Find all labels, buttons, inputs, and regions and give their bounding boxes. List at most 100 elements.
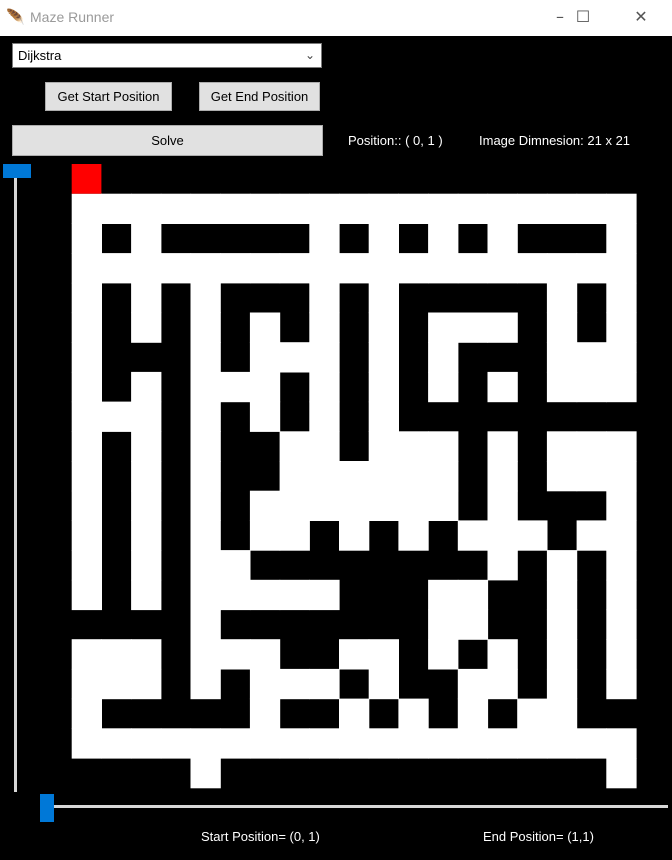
maze-path-cell[interactable] <box>487 431 518 462</box>
maze-path-cell[interactable] <box>517 698 548 729</box>
maze-path-cell[interactable] <box>546 461 578 492</box>
maze-path-cell[interactable] <box>457 698 489 729</box>
maze-path-cell[interactable] <box>279 342 310 373</box>
maze-path-cell[interactable] <box>368 431 399 462</box>
maze-path-cell[interactable] <box>398 698 429 729</box>
maze-path-cell[interactable] <box>546 253 578 284</box>
maze-path-cell[interactable] <box>190 490 221 521</box>
maze-path-cell[interactable] <box>279 668 310 700</box>
maze-path-cell[interactable] <box>576 342 607 373</box>
maze-path-cell[interactable] <box>428 461 459 492</box>
maze-path-cell[interactable] <box>131 490 162 521</box>
maze-path-cell[interactable] <box>131 253 162 284</box>
maze-path-cell[interactable] <box>190 282 221 314</box>
maze-path-cell[interactable] <box>190 728 221 759</box>
maze-path-cell[interactable] <box>368 461 399 492</box>
maze-path-cell[interactable] <box>339 728 370 759</box>
maze-path-cell[interactable] <box>546 698 578 729</box>
maze-path-cell[interactable] <box>517 253 548 284</box>
maze-path-cell[interactable] <box>71 431 102 462</box>
maze-path-cell[interactable] <box>576 193 607 224</box>
maze-path-cell[interactable] <box>368 342 399 373</box>
maze-path-cell[interactable] <box>309 579 340 611</box>
maze-path-cell[interactable] <box>131 371 162 403</box>
maze-path-cell[interactable] <box>606 639 637 670</box>
maze-path-cell[interactable] <box>546 728 578 759</box>
maze-path-cell[interactable] <box>309 401 340 432</box>
maze-path-cell[interactable] <box>249 312 281 343</box>
maze-path-cell[interactable] <box>101 728 132 759</box>
maze-path-cell[interactable] <box>131 312 162 343</box>
maze-path-cell[interactable] <box>309 431 340 462</box>
maze-path-cell[interactable] <box>71 342 102 373</box>
maze-path-cell[interactable] <box>131 728 162 759</box>
maze-path-cell[interactable] <box>249 520 281 551</box>
maze-path-cell[interactable] <box>546 282 578 314</box>
maze-path-cell[interactable] <box>339 461 370 492</box>
maze-path-cell[interactable] <box>368 639 399 670</box>
maze-path-cell[interactable] <box>457 253 489 284</box>
maze-path-cell[interactable] <box>279 490 310 521</box>
maze-path-cell[interactable] <box>606 728 637 759</box>
maze-path-cell[interactable] <box>576 728 607 759</box>
maze-path-cell[interactable] <box>131 639 162 670</box>
maze-path-cell[interactable] <box>71 490 102 521</box>
maze-path-cell[interactable] <box>487 520 518 551</box>
maze-path-cell[interactable] <box>546 579 578 611</box>
maze-path-cell[interactable] <box>71 520 102 551</box>
maze-path-cell[interactable] <box>517 520 548 551</box>
maze-path-cell[interactable] <box>546 371 578 403</box>
maze-path-cell[interactable] <box>249 579 281 611</box>
maze-path-cell[interactable] <box>428 253 459 284</box>
maze-path-cell[interactable] <box>131 461 162 492</box>
maze-path-cell[interactable] <box>368 312 399 343</box>
maze-path-cell[interactable] <box>606 520 637 551</box>
maze-path-cell[interactable] <box>190 253 221 284</box>
maze-path-cell[interactable] <box>546 342 578 373</box>
maze-path-cell[interactable] <box>576 371 607 403</box>
maze-path-cell[interactable] <box>487 371 518 403</box>
horizontal-scroll-thumb[interactable] <box>40 794 54 822</box>
maze-path-cell[interactable] <box>398 431 429 462</box>
maze-path-cell[interactable] <box>160 253 192 284</box>
maze-path-cell[interactable] <box>546 609 578 640</box>
maze-path-cell[interactable] <box>368 223 399 254</box>
maze-path-cell[interactable] <box>131 550 162 581</box>
maze-path-cell[interactable] <box>487 253 518 284</box>
maze-canvas[interactable] <box>0 0 672 860</box>
maze-path-cell[interactable] <box>279 520 310 551</box>
maze-path-cell[interactable] <box>249 639 281 670</box>
maze-path-cell[interactable] <box>279 193 310 224</box>
maze-path-cell[interactable] <box>487 193 518 224</box>
maze-path-cell[interactable] <box>220 550 251 581</box>
maze-path-cell[interactable] <box>190 193 221 224</box>
maze-path-cell[interactable] <box>279 728 310 759</box>
maze-path-cell[interactable] <box>606 550 637 581</box>
maze-path-cell[interactable] <box>160 728 192 759</box>
maze-path-cell[interactable] <box>71 312 102 343</box>
maze-path-cell[interactable] <box>71 282 102 314</box>
maze-path-cell[interactable] <box>428 490 459 521</box>
maze-path-cell[interactable] <box>279 579 310 611</box>
maze-path-cell[interactable] <box>517 728 548 759</box>
maze-path-cell[interactable] <box>368 401 399 432</box>
maze-path-cell[interactable] <box>428 193 459 224</box>
maze-path-cell[interactable] <box>190 579 221 611</box>
maze-path-cell[interactable] <box>576 461 607 492</box>
maze-path-cell[interactable] <box>368 282 399 314</box>
maze-path-cell[interactable] <box>249 253 281 284</box>
maze-path-cell[interactable] <box>606 461 637 492</box>
maze-path-cell[interactable] <box>428 312 459 343</box>
maze-path-cell[interactable] <box>368 490 399 521</box>
maze-path-cell[interactable] <box>190 550 221 581</box>
maze-path-cell[interactable] <box>428 431 459 462</box>
maze-path-cell[interactable] <box>131 431 162 462</box>
maze-path-cell[interactable] <box>71 668 102 700</box>
maze-path-cell[interactable] <box>309 282 340 314</box>
maze-path-cell[interactable] <box>606 253 637 284</box>
maze-path-cell[interactable] <box>606 758 637 789</box>
maze-path-cell[interactable] <box>71 193 102 224</box>
maze-path-cell[interactable] <box>190 342 221 373</box>
maze-path-cell[interactable] <box>309 371 340 403</box>
maze-path-cell[interactable] <box>606 490 637 521</box>
